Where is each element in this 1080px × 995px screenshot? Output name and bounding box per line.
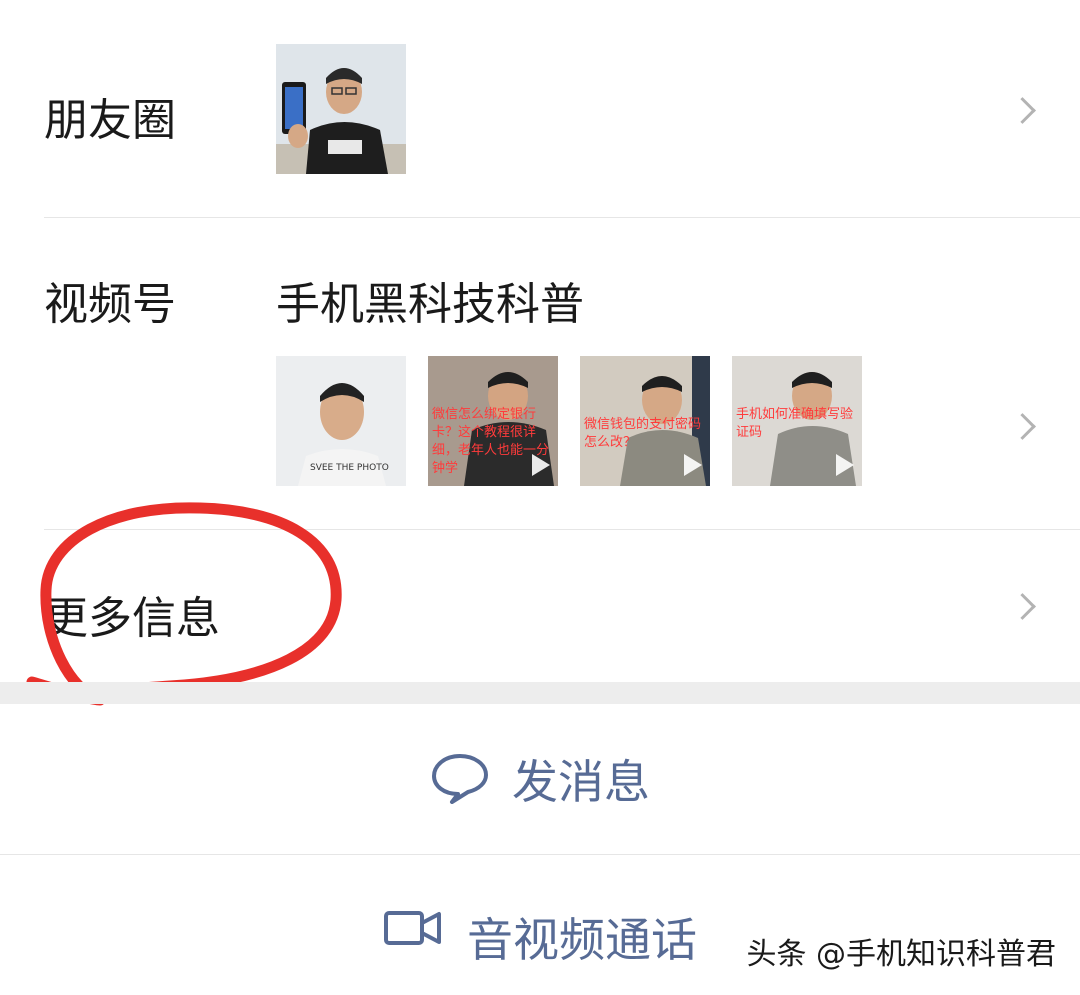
moments-photo [276, 44, 406, 174]
more-info-row[interactable]: 更多信息 [0, 530, 1080, 682]
more-info-chevron-right-icon [1009, 593, 1036, 620]
more-info-label: 更多信息 [44, 593, 220, 644]
moments-chevron-right-icon [1009, 97, 1036, 124]
video-thumb-caption: 微信钱包的支付密码怎么改？ [584, 417, 702, 450]
send-message-button[interactable]: 发消息 [0, 704, 1080, 854]
play-icon [532, 454, 550, 476]
moments-row[interactable]: 朋友圈 [0, 0, 1080, 218]
video-call-label: 音视频通话 [467, 913, 697, 967]
moments-label: 朋友圈 [44, 95, 176, 146]
watermark-text: 头条 @手机知识科普君 [746, 937, 1056, 972]
channel-name: 手机黑科技科普 [276, 279, 584, 330]
video-call-button[interactable]: 音视频通话 [0, 856, 1080, 995]
divider [0, 854, 1080, 855]
video-thumb[interactable]: 手机如何准确填写验证码 [732, 356, 862, 486]
video-thumb-caption: 手机如何准确填写验证码 [736, 407, 854, 440]
play-icon [836, 454, 854, 476]
channels-chevron-right-icon [1009, 413, 1036, 440]
svg-text:SVEE THE PHOTO: SVEE THE PHOTO [310, 463, 389, 473]
send-message-label: 发消息 [512, 755, 650, 809]
video-thumb[interactable]: SVEE THE PHOTO [276, 356, 406, 486]
video-camera-icon [384, 911, 441, 945]
play-icon [684, 454, 702, 476]
chat-bubble-icon [432, 754, 488, 804]
video-thumb[interactable]: 微信怎么绑定银行卡？这个教程很详细，老年人也能一分钟学 [428, 356, 558, 486]
section-separator [0, 682, 1080, 704]
channels-label: 视频号 [44, 279, 176, 330]
video-thumb[interactable]: 微信钱包的支付密码怎么改？ [580, 356, 710, 486]
